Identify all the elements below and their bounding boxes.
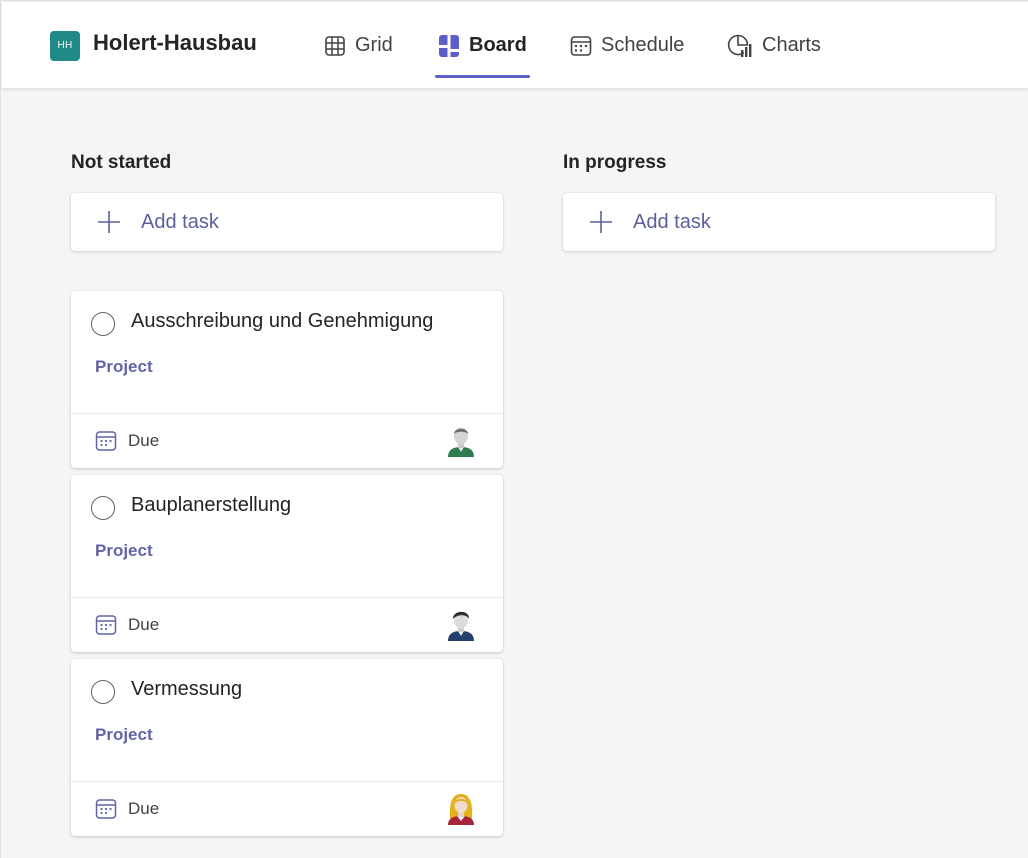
task-card[interactable]: Bauplanerstellung Project Due bbox=[71, 475, 503, 652]
app-frame: HH Holert-Hausbau Grid Board Schedule Ch… bbox=[0, 0, 1028, 858]
add-task-label: Add task bbox=[141, 210, 219, 233]
task-footer: Due bbox=[71, 597, 503, 652]
plan-title: Holert-Hausbau bbox=[93, 30, 257, 55]
task-label: Project bbox=[95, 725, 153, 744]
task-footer: Due bbox=[71, 413, 503, 468]
tab-grid[interactable]: Grid bbox=[324, 2, 393, 89]
task-footer: Due bbox=[71, 781, 503, 836]
tab-charts-label: Charts bbox=[762, 34, 821, 56]
plus-icon bbox=[98, 211, 120, 233]
task-label: Project bbox=[95, 541, 153, 560]
due-date: Due bbox=[128, 615, 160, 634]
charts-icon bbox=[727, 34, 752, 57]
plus-icon bbox=[590, 211, 612, 233]
calendar-icon bbox=[95, 615, 117, 635]
tab-board-label: Board bbox=[469, 34, 527, 56]
tab-charts[interactable]: Charts bbox=[727, 2, 821, 89]
complete-task-checkbox[interactable] bbox=[91, 680, 115, 704]
column-title-in-progress: In progress bbox=[563, 152, 667, 173]
top-bar: HH Holert-Hausbau Grid Board Schedule Ch… bbox=[2, 2, 1028, 89]
due-date: Due bbox=[128, 431, 160, 450]
tab-schedule-label: Schedule bbox=[601, 34, 685, 56]
calendar-icon bbox=[95, 799, 117, 819]
task-title: Vermessung bbox=[131, 678, 243, 700]
female-avatar-icon[interactable] bbox=[446, 793, 476, 825]
calendar-icon bbox=[95, 431, 117, 451]
task-label: Project bbox=[95, 357, 153, 376]
tab-grid-label: Grid bbox=[355, 34, 393, 56]
due-date: Due bbox=[128, 799, 160, 818]
task-title: Bauplanerstellung bbox=[131, 494, 292, 516]
task-card[interactable]: Vermessung Project Due bbox=[71, 659, 503, 836]
column-title-not-started: Not started bbox=[71, 152, 172, 173]
board-icon bbox=[439, 34, 459, 57]
plan-icon: HH bbox=[50, 31, 80, 61]
complete-task-checkbox[interactable] bbox=[91, 496, 115, 520]
add-task-button-in-progress[interactable]: Add task bbox=[563, 193, 995, 251]
add-task-label: Add task bbox=[633, 210, 711, 233]
active-tab-indicator bbox=[435, 75, 530, 78]
tab-schedule[interactable]: Schedule bbox=[570, 2, 684, 89]
grid-icon bbox=[325, 35, 345, 56]
male-avatar-blue-icon[interactable] bbox=[446, 609, 476, 641]
task-title: Ausschreibung und Genehmigung bbox=[131, 310, 434, 332]
complete-task-checkbox[interactable] bbox=[91, 312, 115, 336]
schedule-icon bbox=[570, 35, 592, 56]
male-avatar-green-icon[interactable] bbox=[446, 425, 476, 457]
task-card[interactable]: Ausschreibung und Genehmigung Project Du… bbox=[71, 291, 503, 468]
add-task-button-not-started[interactable]: Add task bbox=[71, 193, 503, 251]
